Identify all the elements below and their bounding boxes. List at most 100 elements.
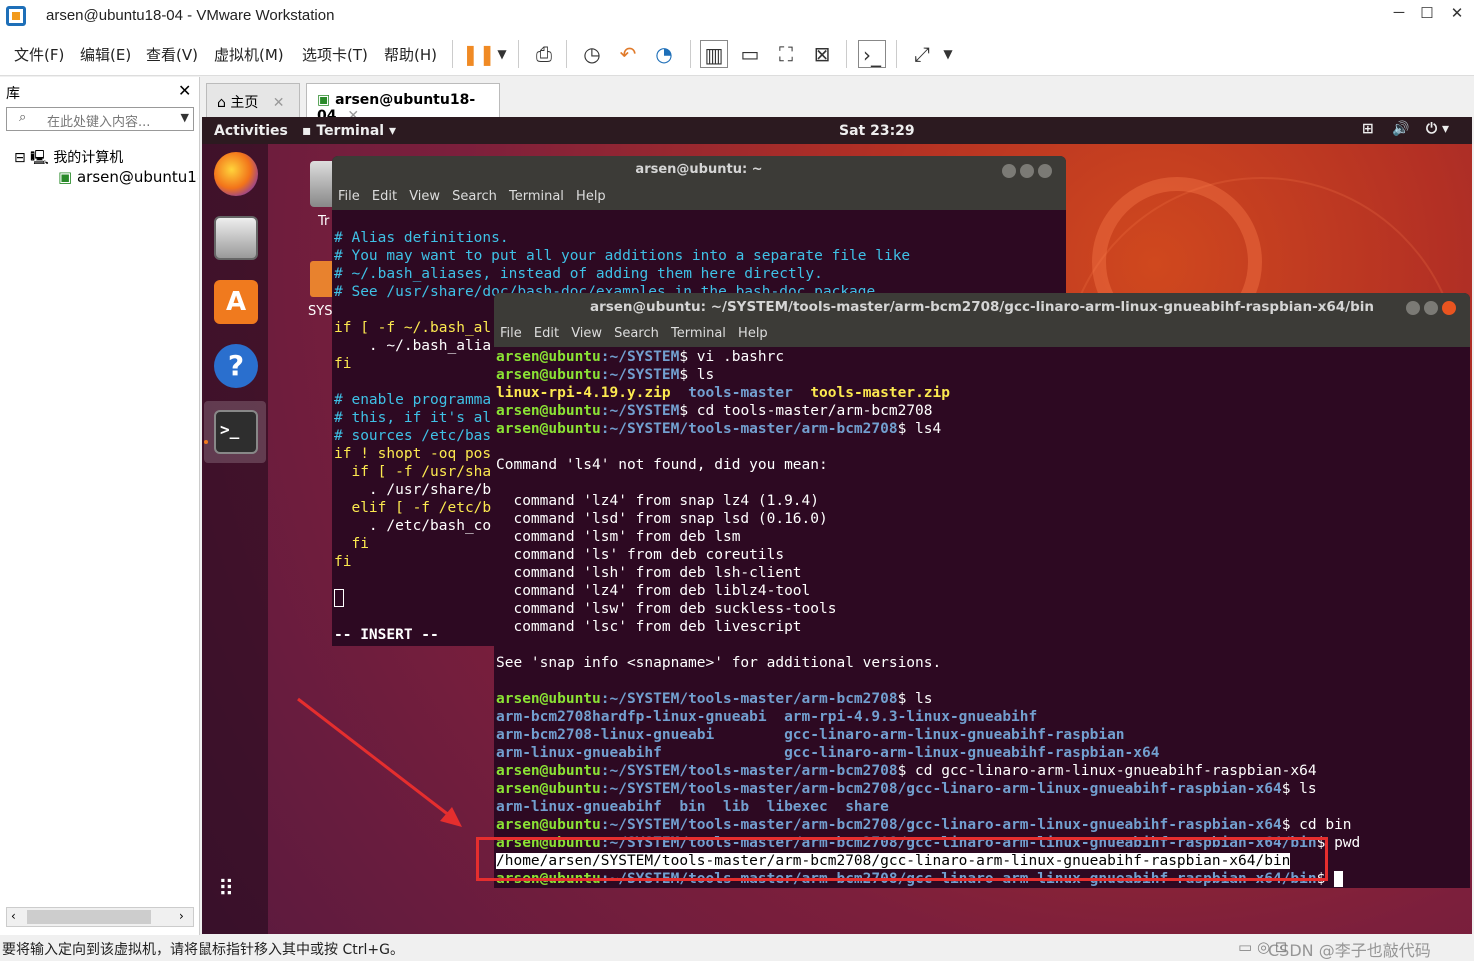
power-icon[interactable]: ⏻ ▾ [1426,121,1449,137]
tab-vm[interactable]: ▣ arsen@ubuntu18-04 ✕ [306,83,500,124]
terminal-window-front[interactable]: arsen@ubuntu: ~/SYSTEM/tools-master/arm-… [494,293,1470,888]
close-icon[interactable] [1442,301,1456,315]
code-line: fi [334,554,352,570]
pause-dropdown-icon[interactable]: ▼ [488,40,516,68]
bashrc-alias-comments: # Alias definitions. # You may want to p… [334,229,910,301]
search-icon: ⌕ [19,110,27,125]
menu-help[interactable]: 帮助(H) [384,44,437,65]
prompt-user: arsen@ubuntu [496,421,601,437]
library-panel: 库 ✕ ⌕ 在此处键入内容... ▼ ⊟ 🖳 我的计算机 ▣ arsen@ubu… [0,77,200,935]
terminal-icon[interactable]: >_ [214,410,258,454]
dir-entry: tools-master [688,385,793,401]
scroll-left-icon[interactable]: ‹ [11,909,16,923]
show-library-icon[interactable]: ▥ [700,40,728,68]
unity-icon[interactable]: ⊠ [808,40,836,68]
code-line: # sources /etc/bas [334,428,492,444]
close-button[interactable]: ✕ [1442,4,1472,26]
code-line: # You may want to put all your additions… [334,248,911,264]
scroll-right-icon[interactable]: › [179,909,184,923]
code-line: # ~/.bash_aliases, instead of adding the… [334,266,823,282]
terminal-back-menu[interactable]: File Edit View Search Terminal Help [332,184,1066,210]
tab-home-label: 主页 [230,95,259,111]
app-menu[interactable]: ▪ Terminal ▾ [302,123,396,139]
window-title: arsen@ubuntu18-04 - VMware Workstation [46,7,335,24]
stretch-icon[interactable]: ⤢ [908,40,936,68]
dir-listing: arm-bcm2708hardfp-linux-gnueabi arm-rpi-… [496,709,1038,725]
bashrc-code: if [ -f ~/.bash_al . ~/.bash_alia fi # e… [334,319,491,571]
software-center-icon[interactable]: A [214,280,258,324]
command: $ ls [1281,781,1317,797]
maximize-button[interactable]: ☐ [1412,4,1442,26]
code-line: if ! shopt -oq pos [334,446,492,462]
tree-vm-item[interactable]: ▣ arsen@ubuntu18-04 [58,168,198,186]
snapshot-manager-icon[interactable]: ◔ [650,40,678,68]
status-text: 要将输入定向到该虚拟机，请将鼠标指针移入其中或按 Ctrl+G。 [2,942,404,958]
tree-vm-label: arsen@ubuntu18-04 [76,168,198,186]
minimize-icon[interactable] [1406,301,1420,315]
library-title: 库 [6,86,20,102]
files-icon[interactable] [214,216,258,260]
help-icon[interactable]: ? [214,344,258,388]
close-icon[interactable] [1038,164,1052,178]
guest-display[interactable]: Activities ▪ Terminal ▾ Sat 23:29 ⊞ 🔊 ⏻ … [202,117,1472,934]
revert-snapshot-icon[interactable]: ↶ [614,40,642,68]
pause-icon[interactable]: ❚❚ [462,40,496,68]
thumbnail-icon[interactable]: ▭ [736,40,764,68]
scroll-thumb[interactable] [27,910,151,924]
terminal-output: arsen@ubuntu:~/SYSTEM$ vi .bashrc arsen@… [496,348,1360,888]
library-search-input[interactable]: ⌕ 在此处键入内容... ▼ [6,107,194,131]
prompt-user: arsen@ubuntu [496,367,601,383]
code-line: # this, if it's al [334,410,492,426]
prompt-user: arsen@ubuntu [496,763,601,779]
window-titlebar: arsen@ubuntu18-04 - VMware Workstation ─… [0,0,1474,32]
suggestion: command 'lz4' from deb liblz4-tool [496,583,811,599]
prompt-path: :~/SYSTEM/tools-master/arm-bcm2708 [600,421,898,437]
snapshot-icon[interactable]: ◷ [578,40,606,68]
volume-icon[interactable]: 🔊 [1392,121,1409,137]
menu-view[interactable]: 查看(V) [146,44,198,65]
library-scrollbar[interactable]: ‹ › [6,907,194,927]
menu-vm[interactable]: 虚拟机(M) [214,44,284,65]
vm-tabs: ⌂ 主页 ✕ ▣ arsen@ubuntu18-04 ✕ [200,77,1474,124]
menu-tabs[interactable]: 选项卡(T) [302,44,368,65]
console-view-icon[interactable]: ›_ [858,40,886,68]
terminal-front-menu[interactable]: File Edit View Search Terminal Help [494,321,1470,347]
error-message: Command 'ls4' not found, did you mean: [496,457,828,473]
terminal-front-titlebar[interactable]: arsen@ubuntu: ~/SYSTEM/tools-master/arm-… [494,293,1470,321]
chevron-down-icon[interactable]: ▼ [181,111,189,124]
code-line: . /etc/bash_co [334,518,492,534]
code-line: . ~/.bash_alia [334,338,492,354]
maximize-icon[interactable] [1020,164,1034,178]
code-line: if [ -f /usr/sha [334,464,492,480]
prompt-user: arsen@ubuntu [496,781,601,797]
annotation-arrow-icon [297,697,462,827]
suggestion: command 'lsc' from deb livescript [496,619,802,635]
code-line: fi [334,536,369,552]
terminal-small-icon: ▪ [302,123,312,139]
command: $ ls [679,367,715,383]
terminal-back-titlebar[interactable]: arsen@ubuntu: ~ [332,156,1066,184]
fullscreen-icon[interactable]: ⛶ [772,40,800,68]
minimize-icon[interactable] [1002,164,1016,178]
activities-button[interactable]: Activities [214,123,288,139]
code-line: fi [334,356,352,372]
menu-edit[interactable]: 编辑(E) [80,44,131,65]
command: $ ls [897,691,933,707]
maximize-icon[interactable] [1424,301,1438,315]
network-icon[interactable]: ⊞ [1362,121,1374,137]
clock[interactable]: Sat 23:29 [839,123,915,139]
tab-home[interactable]: ⌂ 主页 ✕ [206,83,300,117]
vmware-logo-icon [6,6,26,26]
stretch-dropdown-icon[interactable]: ▼ [934,40,962,68]
show-apps-icon[interactable]: ⠿ [218,879,236,901]
menu-file[interactable]: 文件(F) [14,44,64,65]
library-close-button[interactable]: ✕ [178,81,191,100]
close-icon[interactable]: ✕ [273,95,285,111]
dock: A ? >_ ⠿ [202,144,268,934]
send-ctrl-alt-del-icon[interactable]: ⎙ [530,40,558,68]
minimize-button[interactable]: ─ [1384,4,1414,26]
watermark: CSDN @李子也敲代码 [1268,941,1431,960]
menu-bar: 文件(F) 编辑(E) 查看(V) 虚拟机(M) 选项卡(T) 帮助(H) ❚❚… [0,32,1474,76]
prompt-user: arsen@ubuntu [496,817,601,833]
firefox-icon[interactable] [214,152,258,196]
